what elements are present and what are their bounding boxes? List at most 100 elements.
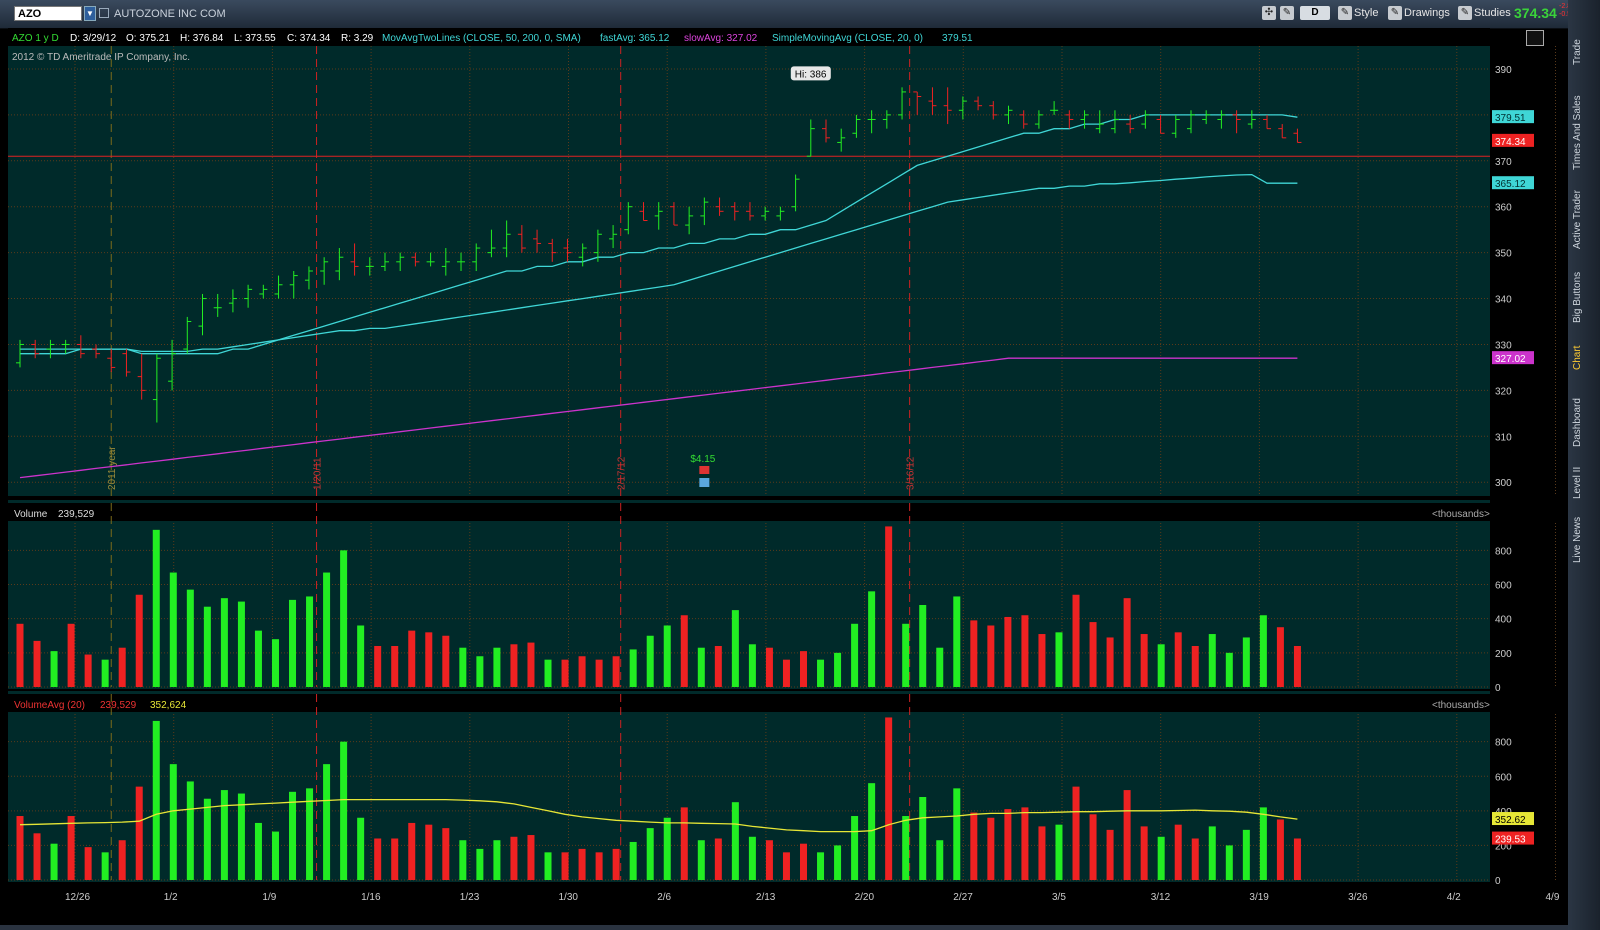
volavg-bar xyxy=(629,841,637,880)
sidebar-tab-live-news[interactable]: Live News xyxy=(1572,510,1596,570)
sidebar-tab-dashboard[interactable]: Dashboard xyxy=(1572,390,1596,455)
volume-bar xyxy=(510,644,518,687)
x-tick-label: 1/23 xyxy=(460,892,480,903)
sidebar-tab-active-trader[interactable]: Active Trader xyxy=(1572,185,1596,255)
volume-bar xyxy=(220,598,228,687)
x-tick-label: 1/2 xyxy=(164,892,178,903)
volavg-bar xyxy=(646,828,654,880)
volavg-bar xyxy=(868,783,876,880)
volume-bar xyxy=(408,630,416,687)
volume-bar xyxy=(919,605,927,687)
header-sma-value: 379.51 xyxy=(942,33,973,44)
volavg-bar xyxy=(357,817,365,880)
volume-bar xyxy=(1208,634,1216,687)
volume-title: Volume xyxy=(14,509,48,520)
volavg-bar xyxy=(834,845,842,880)
x-tick-label: 3/19 xyxy=(1249,892,1269,903)
volume-bar xyxy=(306,596,314,687)
volavg-bar xyxy=(33,833,41,880)
volume-bar xyxy=(1038,634,1046,687)
volavg-bar xyxy=(323,764,331,880)
volavg-bar xyxy=(851,816,859,880)
volume-bar xyxy=(1157,644,1165,687)
volavg-tag-label: 352.62 xyxy=(1495,815,1526,826)
volume-bar xyxy=(1072,594,1080,687)
bottom-bar xyxy=(0,925,1568,930)
volume-bar xyxy=(442,635,450,687)
volavg-bar xyxy=(289,791,297,880)
volume-bar xyxy=(748,644,756,687)
header-study2: SimpleMovingAvg (CLOSE, 20, 0) xyxy=(772,33,923,44)
volavg-value: 239,529 xyxy=(100,700,137,711)
volavg-bar xyxy=(1055,824,1063,880)
price-tick-label: 340 xyxy=(1495,295,1512,306)
volume-bar xyxy=(1242,637,1250,687)
x-tick-label: 2/13 xyxy=(756,892,776,903)
volume-bar xyxy=(1089,622,1097,687)
volavg-bar xyxy=(782,852,790,880)
volume-tick-label: 200 xyxy=(1495,649,1512,660)
volume-bar xyxy=(459,647,467,687)
dividend-label: $4.15 xyxy=(690,454,715,465)
volume-bar xyxy=(544,659,552,687)
volume-bar xyxy=(527,642,535,687)
volume-bar xyxy=(271,639,279,687)
price-panel xyxy=(8,46,1490,496)
volavg-bar xyxy=(50,843,58,880)
volavg-bar xyxy=(306,788,314,880)
volume-bar xyxy=(323,572,331,687)
volavg-bar xyxy=(1259,807,1267,880)
volume-bar xyxy=(1293,646,1301,687)
volume-tick-label: 400 xyxy=(1495,615,1512,626)
volume-bar xyxy=(561,659,569,687)
volavg-bar xyxy=(1293,838,1301,880)
volavg-bar xyxy=(1072,786,1080,880)
sidebar-tab-big-buttons[interactable]: Big Buttons xyxy=(1572,265,1596,330)
x-tick-label: 2/20 xyxy=(855,892,875,903)
volavg-bar xyxy=(391,838,399,880)
x-tick-label: 4/9 xyxy=(1546,892,1560,903)
volavg-bar xyxy=(152,720,160,880)
earnings-icon xyxy=(699,478,710,487)
volume-bar xyxy=(340,550,348,687)
volume-bar xyxy=(782,659,790,687)
marker-label: 2/17/12 xyxy=(617,456,628,490)
volume-bar xyxy=(476,656,484,687)
volume-bar xyxy=(33,640,41,687)
volavg-bar xyxy=(970,812,978,880)
volavg-bar xyxy=(765,840,773,880)
volavg-header xyxy=(8,694,1490,712)
volavg-bar xyxy=(1225,845,1233,880)
volume-bar xyxy=(50,651,58,687)
volavg-bar xyxy=(1191,838,1199,880)
volume-bar xyxy=(391,646,399,687)
volavg-bar xyxy=(101,852,109,880)
volavg-bar xyxy=(84,847,92,880)
volume-bar xyxy=(885,526,893,687)
volavg-bar xyxy=(748,836,756,880)
dividend-icon xyxy=(699,466,710,474)
volavg-bar xyxy=(459,840,467,880)
volavg-bar xyxy=(237,793,245,880)
volume-bar xyxy=(1225,652,1233,687)
volavg-bar xyxy=(544,852,552,880)
volume-bar xyxy=(868,591,876,687)
sidebar-tab-level-ii[interactable]: Level II xyxy=(1572,460,1596,505)
x-tick-label: 4/2 xyxy=(1447,892,1461,903)
volume-bar xyxy=(1140,634,1148,687)
header-symbol-period: AZO 1 y D xyxy=(12,33,59,44)
volavg-bar xyxy=(1276,819,1284,880)
volavg-bar xyxy=(1106,829,1114,880)
header-date: D: 3/29/12 xyxy=(70,33,117,44)
volavg-bar xyxy=(476,848,484,880)
volume-bar xyxy=(612,656,620,687)
sidebar-tab-trade[interactable]: Trade xyxy=(1572,32,1596,72)
volume-bar xyxy=(237,601,245,687)
volume-bar xyxy=(1174,632,1182,687)
volavg-bar xyxy=(203,798,211,880)
volume-bar xyxy=(425,632,433,687)
sidebar-tab-times-and-sales[interactable]: Times And Sales xyxy=(1572,85,1596,180)
x-tick-label: 1/16 xyxy=(361,892,381,903)
x-tick-label: 3/5 xyxy=(1052,892,1066,903)
sidebar-tab-chart[interactable]: Chart xyxy=(1572,335,1596,380)
